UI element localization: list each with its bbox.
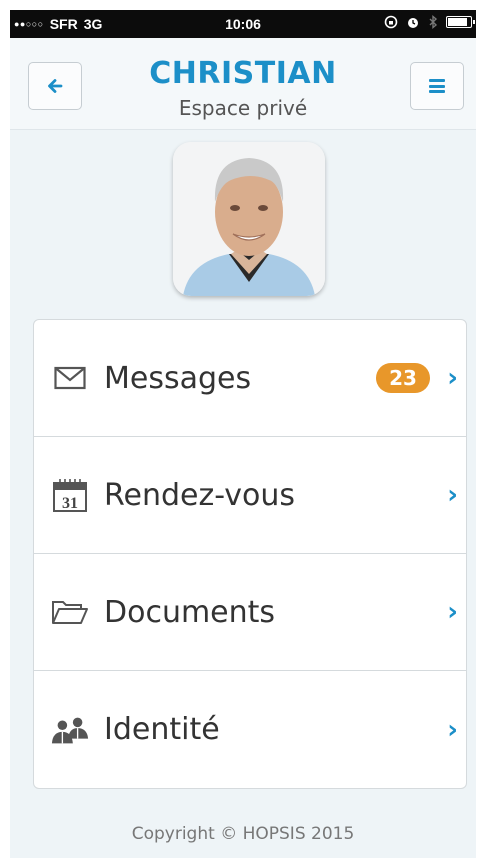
alarm-icon bbox=[408, 18, 418, 28]
battery-level bbox=[448, 18, 467, 26]
chevron-right-icon: › bbox=[447, 597, 458, 627]
calendar-icon: 31 bbox=[50, 475, 90, 515]
app-header: CHRISTIAN Espace privé bbox=[10, 38, 476, 130]
chevron-right-icon: › bbox=[447, 714, 458, 745]
copyright-footer: Copyright © HOPSIS 2015 bbox=[131, 824, 355, 844]
menu-item-label: Messages bbox=[104, 360, 252, 396]
menu-item-label: Identité bbox=[104, 712, 220, 747]
menu-item-identite[interactable]: Identité › bbox=[34, 671, 466, 788]
chevron-right-icon: › bbox=[447, 363, 458, 393]
rotation-lock-icon bbox=[384, 15, 398, 29]
menu-list: Messages 23 › 31 Rendez-vous › Documents… bbox=[33, 319, 467, 789]
calendar-day-number: 31 bbox=[62, 495, 78, 512]
bluetooth-icon bbox=[429, 15, 438, 29]
status-right bbox=[384, 15, 475, 29]
menu-item-label: Rendez-vous bbox=[104, 477, 295, 513]
envelope-icon bbox=[50, 358, 90, 398]
battery-icon bbox=[446, 16, 475, 28]
folder-icon bbox=[50, 592, 90, 632]
users-icon bbox=[50, 710, 90, 750]
chevron-right-icon: › bbox=[447, 480, 458, 510]
unread-count-badge: 23 bbox=[376, 363, 430, 393]
menu-item-label: Documents bbox=[104, 594, 276, 630]
profile-photo bbox=[173, 142, 325, 296]
status-bar: ●●○○○ SFR 3G 10:06 bbox=[10, 10, 476, 38]
page-subtitle: Espace privé bbox=[178, 96, 308, 120]
menu-button[interactable] bbox=[410, 62, 464, 110]
page-title: CHRISTIAN bbox=[149, 56, 337, 91]
menu-item-rendez-vous[interactable]: 31 Rendez-vous › bbox=[34, 437, 466, 554]
menu-item-documents[interactable]: Documents › bbox=[34, 554, 466, 671]
menu-item-messages[interactable]: Messages 23 › bbox=[34, 320, 466, 437]
avatar-portrait bbox=[173, 142, 325, 296]
hamburger-icon bbox=[429, 79, 445, 93]
phone-screen: ●●○○○ SFR 3G 10:06 CHRISTIAN Espace priv… bbox=[10, 10, 476, 858]
